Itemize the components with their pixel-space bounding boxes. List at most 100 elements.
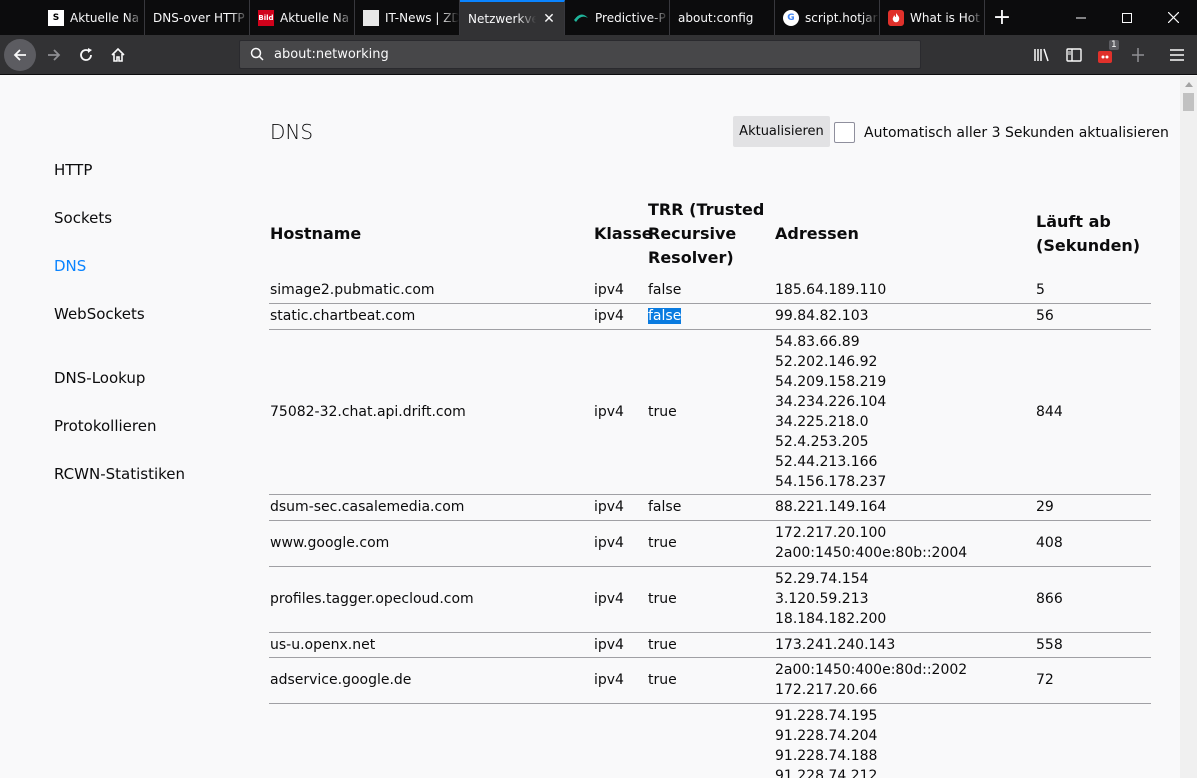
sidebar-item-websockets[interactable]: WebSockets — [54, 305, 145, 323]
url-text[interactable]: about:networking — [274, 47, 389, 62]
column-header-hostname: Hostname — [270, 224, 362, 243]
address-line: 34.225.218.0 — [775, 414, 869, 430]
table-cell-address: 88.221.149.164 — [775, 499, 887, 515]
tab-title: IT-News | ZD — [385, 10, 459, 25]
tab-title: script.hotjar — [805, 10, 879, 25]
sidebar-item-sockets[interactable]: Sockets — [54, 209, 112, 227]
table-cell-trr: true — [648, 535, 677, 551]
address-line: 3.120.59.213 — [775, 591, 869, 607]
scrollbar-thumb[interactable] — [1183, 93, 1194, 111]
new-tab-button[interactable]: + — [985, 0, 1019, 35]
page-favicon-icon — [363, 9, 379, 26]
address-line: 2a00:1450:400e:80d::2002 — [775, 662, 968, 678]
tab-what-is-hot[interactable]: What is Hot — [880, 0, 985, 35]
tab-strip-spacer — [0, 0, 40, 35]
column-header-expires-line: Läuft ab — [1036, 212, 1111, 231]
navigation-toolbar: about:networking 1 — [0, 35, 1197, 75]
tab-title: Predictive-P — [595, 10, 669, 25]
table-cell-expires: 844 — [1036, 404, 1063, 420]
maximize-window-icon[interactable] — [1104, 0, 1150, 35]
address-line: 52.29.74.154 — [775, 571, 869, 587]
scroll-up-icon[interactable] — [1180, 76, 1197, 93]
library-icon[interactable] — [1026, 39, 1058, 71]
bild-logo-icon: Bild — [258, 9, 274, 26]
table-cell-klasse: ipv4 — [594, 535, 624, 551]
column-header-addresses: Adressen — [775, 224, 859, 243]
column-header-trr-line: Recursive — [648, 224, 737, 243]
column-header-trr: TRR (Trusted Recursive Resolver) — [648, 198, 764, 270]
table-cell-address-list: 172.217.20.100 2a00:1450:400e:80b::2004 — [775, 523, 967, 563]
vertical-scrollbar[interactable] — [1180, 76, 1197, 778]
table-cell-hostname: adservice.google.de — [270, 672, 412, 688]
close-window-icon[interactable] — [1150, 0, 1196, 35]
sidebar-item-dns-lookup[interactable]: DNS-Lookup — [54, 369, 145, 387]
page-content: HTTP Sockets DNS WebSockets DNS-Lookup P… — [0, 76, 1197, 778]
refresh-button[interactable]: Aktualisieren — [733, 116, 830, 147]
row-divider — [269, 703, 1151, 704]
table-cell-hostname: 75082-32.chat.api.drift.com — [270, 404, 466, 420]
tab-script-hotjar[interactable]: G script.hotjar — [775, 0, 880, 35]
table-cell-klasse: ipv4 — [594, 282, 624, 298]
extension-badge: 1 — [1109, 40, 1119, 50]
minimize-window-icon[interactable] — [1058, 0, 1104, 35]
address-line: 91.228.74.195 — [775, 708, 878, 724]
row-divider — [269, 520, 1151, 521]
table-cell-trr: true — [648, 591, 677, 607]
table-cell-klasse: ipv4 — [594, 672, 624, 688]
tab-predictive[interactable]: Predictive-P — [565, 0, 670, 35]
address-line: 91.228.74.188 — [775, 748, 878, 764]
forward-button[interactable] — [38, 39, 70, 71]
table-cell-klasse: ipv4 — [594, 308, 624, 324]
tab-about-config[interactable]: about:config — [670, 0, 775, 35]
column-header-trr-line: TRR (Trusted — [648, 200, 765, 219]
table-cell-hostname: www.google.com — [270, 535, 390, 551]
tab-title: Netzwerkver — [468, 11, 536, 26]
column-header-expires: Läuft ab (Sekunden) — [1036, 210, 1140, 258]
hamburger-menu-icon[interactable] — [1161, 39, 1193, 71]
table-cell-hostname: static.chartbeat.com — [270, 308, 416, 324]
tab-netzwerk-active[interactable]: Netzwerkver ✕ — [460, 0, 565, 35]
address-line: 91.228.74.204 — [775, 728, 878, 744]
search-icon — [250, 47, 264, 65]
row-divider — [269, 494, 1151, 495]
tab-aktuelle-nachrichten[interactable]: S Aktuelle Na — [40, 0, 145, 35]
address-bar[interactable]: about:networking — [239, 40, 921, 69]
tab-it-news[interactable]: IT-News | ZD — [355, 0, 460, 35]
table-cell-hostname: us-u.openx.net — [270, 637, 376, 653]
tab-title: What is Hot — [910, 10, 984, 25]
flame-icon — [888, 9, 904, 26]
table-cell-address: 173.241.240.143 — [775, 637, 896, 653]
table-cell-expires: 72 — [1036, 672, 1054, 688]
home-button[interactable] — [102, 39, 134, 71]
close-tab-icon[interactable]: ✕ — [540, 11, 558, 27]
tab-dns-over-https[interactable]: DNS-over HTTP — [145, 0, 250, 35]
column-header-klasse: Klasse — [594, 224, 653, 243]
column-header-trr-line: Resolver) — [648, 248, 734, 267]
auto-refresh-checkbox[interactable] — [834, 122, 855, 143]
google-logo-icon: G — [783, 9, 799, 26]
row-divider — [269, 566, 1151, 567]
sidebar-item-http[interactable]: HTTP — [54, 161, 92, 179]
pin-icon[interactable] — [1122, 39, 1154, 71]
reload-button[interactable] — [70, 39, 102, 71]
back-button[interactable] — [4, 39, 36, 71]
selected-text: false — [648, 308, 682, 324]
tab-strip: S Aktuelle Na DNS-over HTTP Bild Aktuell… — [0, 0, 1197, 35]
extension-icon[interactable]: 1 — [1090, 39, 1122, 71]
tab-title: Aktuelle Na — [70, 10, 144, 25]
table-cell-trr: true — [648, 672, 677, 688]
tab-title: DNS-over HTTP — [153, 10, 249, 25]
table-cell-hostname: dsum-sec.casalemedia.com — [270, 499, 465, 515]
sidebar-item-rcwn-stats[interactable]: RCWN-Statistiken — [54, 465, 185, 483]
table-cell-expires: 56 — [1036, 308, 1054, 324]
table-cell-address-list: 54.83.66.89 52.202.146.92 54.209.158.219… — [775, 332, 886, 492]
table-cell-trr: false — [648, 499, 682, 515]
address-line: 54.156.178.237 — [775, 474, 887, 490]
sidebar-item-logging[interactable]: Protokollieren — [54, 417, 157, 435]
address-line: 91.228.74.212 — [775, 768, 878, 778]
table-cell-address-list: 91.228.74.195 91.228.74.204 91.228.74.18… — [775, 706, 877, 778]
sidebar-toggle-icon[interactable] — [1058, 39, 1090, 71]
row-divider — [269, 329, 1151, 330]
tab-bild[interactable]: Bild Aktuelle Na — [250, 0, 355, 35]
sidebar-item-dns[interactable]: DNS — [54, 257, 86, 275]
